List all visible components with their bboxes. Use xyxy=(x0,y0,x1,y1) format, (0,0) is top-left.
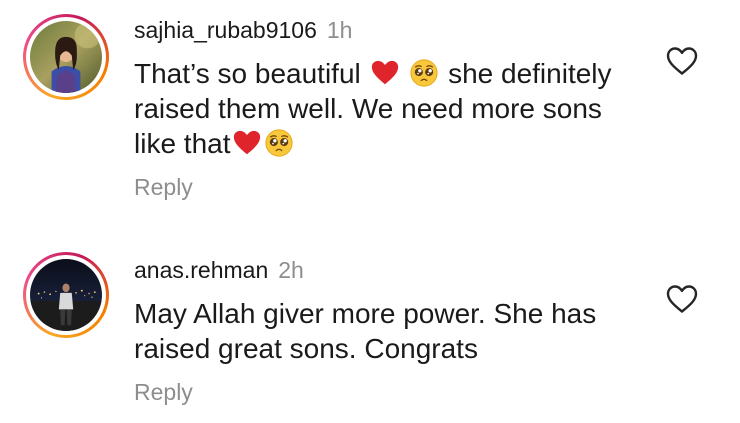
avatar xyxy=(30,21,102,93)
comment-username[interactable]: anas.rehman xyxy=(134,257,268,283)
pleading-face-emoji xyxy=(264,128,294,158)
avatar xyxy=(30,259,102,331)
pleading-face-emoji xyxy=(409,58,439,88)
comment-time: 1h xyxy=(326,17,353,43)
heart-emoji xyxy=(232,128,262,158)
heart-outline-icon[interactable] xyxy=(665,45,699,77)
comment-text-line: That’s so beautiful she definitely xyxy=(134,58,612,89)
comment-text-line: raised them well. We need more sons xyxy=(134,93,602,124)
comment-text-line: raised great sons. Congrats xyxy=(134,333,478,364)
comment-meta: sajhia_rubab9106 1h xyxy=(134,16,352,44)
comment-text: That’s so beautiful she definitely raise… xyxy=(134,56,654,161)
comment-time: 2h xyxy=(278,257,304,283)
reply-button[interactable]: Reply xyxy=(134,378,193,406)
comment-text-line: May Allah giver more power. She has xyxy=(134,298,597,329)
avatar-story-ring[interactable] xyxy=(23,252,109,338)
comment-username[interactable]: sajhia_rubab9106 xyxy=(134,17,317,43)
heart-emoji xyxy=(370,58,400,88)
heart-outline-icon[interactable] xyxy=(665,283,699,315)
comment-meta: anas.rehman 2h xyxy=(134,256,304,284)
reply-button[interactable]: Reply xyxy=(134,173,193,201)
comment-text-line: like that xyxy=(134,126,654,161)
comment-text: May Allah giver more power. She has rais… xyxy=(134,296,654,366)
avatar-story-ring[interactable] xyxy=(23,14,109,100)
